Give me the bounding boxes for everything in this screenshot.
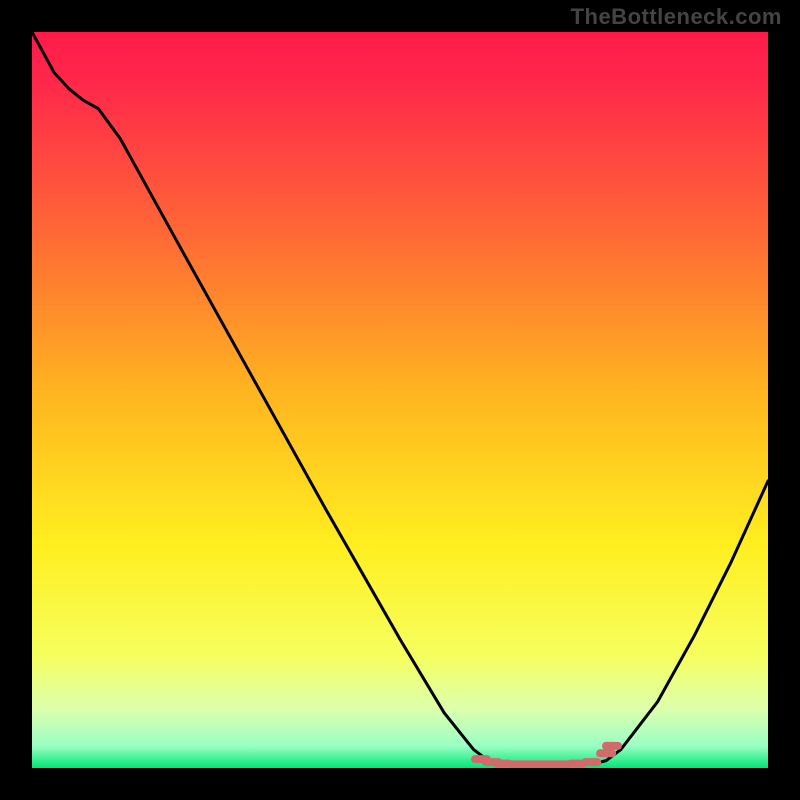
chart-frame: TheBottleneck.com	[0, 0, 800, 800]
gradient-background	[32, 32, 768, 768]
chart-svg	[32, 32, 768, 768]
watermark-text: TheBottleneck.com	[571, 4, 782, 30]
plot-area	[32, 32, 768, 768]
